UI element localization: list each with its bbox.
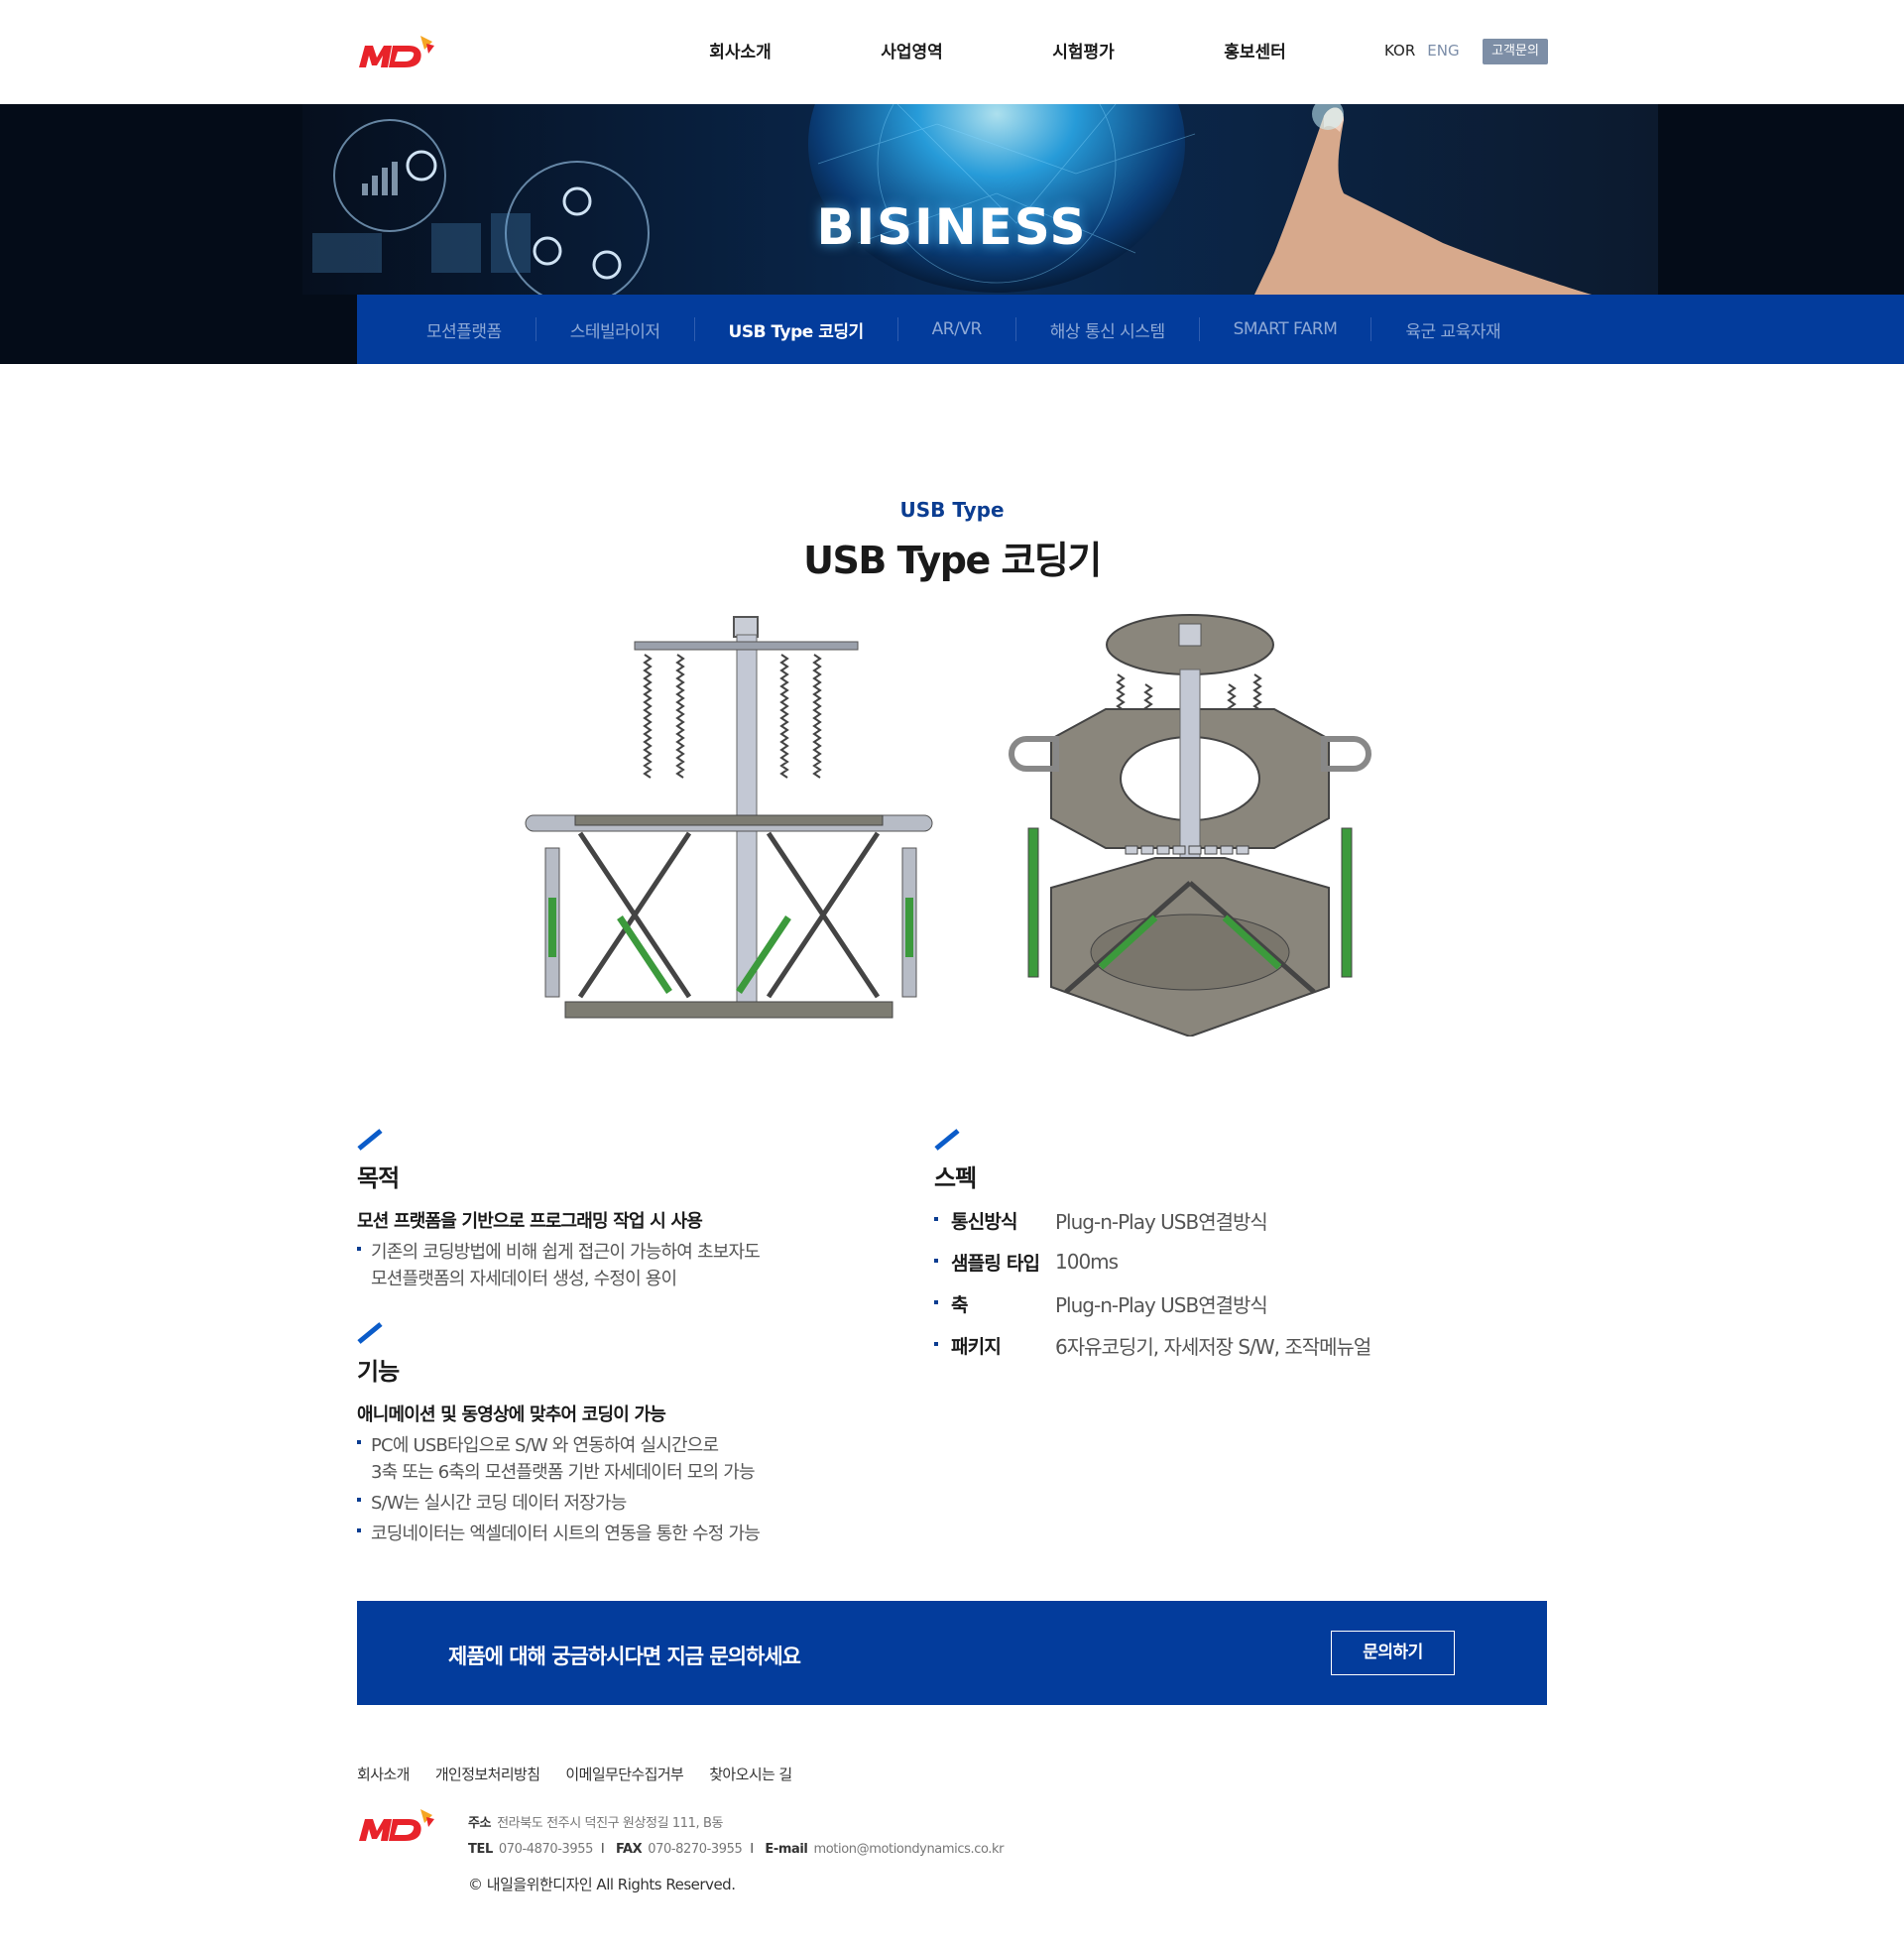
spec-key: 샘플링 타입 [934, 1249, 1055, 1276]
copyright: © 내일을위한디자인 All Rights Reserved. [468, 1876, 736, 1893]
function-section: 기능 애니메이션 및 동영상에 맞추어 코딩이 가능 PC에 USB타입으로 S… [357, 1322, 873, 1547]
spec-key: 축 [934, 1290, 1055, 1317]
subnav-item-motion-platform[interactable]: 모션플랫폼 [393, 317, 536, 342]
nav-item-company[interactable]: 회사소개 [654, 38, 826, 62]
spec-row: 샘플링 타입 100ms [934, 1241, 1489, 1282]
spec-row: 축 Plug-n-Play USB연결방식 [934, 1282, 1489, 1324]
product-eyebrow: USB Type [899, 498, 1005, 522]
divider: l [601, 1842, 605, 1857]
function-bullet: PC에 USB타입으로 S/W 와 연동하여 실시간으로 3축 또는 6축의 모… [357, 1432, 873, 1486]
sub-navigation: 모션플랫폼 스테빌라이저 USB Type 코딩기 AR/VR 해상 통신 시스… [357, 295, 1904, 364]
nav-item-business[interactable]: 사업영역 [826, 38, 998, 62]
site-header: 회사소개 사업영역 시험평가 홍보센터 KOR ENG 고객문의 [0, 0, 1904, 104]
divider: l [750, 1842, 754, 1857]
function-heading: 기능 [357, 1358, 400, 1386]
hero-banner: BISINESS 모션플랫폼 스테빌라이저 USB Type 코딩기 AR/VR… [0, 104, 1904, 364]
footer-link-directions[interactable]: 찾아오시는 길 [709, 1764, 792, 1784]
footer-contact-line: TEL 070-4870-3955 l FAX 070-8270-3955 l E-ma… [468, 1837, 1004, 1863]
address-label: 주소 [468, 1816, 492, 1831]
footer-company-info: 주소 전라북도 전주시 덕진구 원상정길 111, B동 TEL 070-4870-… [468, 1811, 1004, 1863]
spec-heading: 스펙 [934, 1164, 977, 1192]
spec-row: 패키지 6자유코딩기, 자세저장 S/W, 조작메뉴얼 [934, 1324, 1489, 1366]
lang-kor[interactable]: KOR [1384, 42, 1415, 60]
spec-key: 통신방식 [934, 1207, 1055, 1234]
subnav-item-stabilizer[interactable]: 스테빌라이저 [536, 317, 694, 342]
email-value: motion@motiondynamics.co.kr [813, 1842, 1005, 1857]
spec-row: 통신방식 Plug-n-Play USB연결방식 [934, 1199, 1489, 1241]
function-subtitle: 애니메이션 및 동영상에 맞추어 코딩이 가능 [357, 1404, 666, 1425]
tel-label: TEL [468, 1842, 493, 1857]
address-value: 전라북도 전주시 덕진구 원상정길 111, B동 [497, 1816, 724, 1831]
spec-value: Plug-n-Play USB연결방식 [1055, 1209, 1268, 1234]
footer-logo-icon [359, 1809, 434, 1841]
spec-key: 패키지 [934, 1332, 1055, 1359]
fax-label: FAX [615, 1842, 643, 1857]
product-image-side-view [525, 616, 933, 1019]
tel-value: 070-4870-3955 [498, 1842, 594, 1857]
email-label: E-mail [765, 1842, 808, 1857]
product-image-perspective-view [1009, 614, 1371, 1036]
spec-value: 100ms [1055, 1250, 1119, 1274]
subnav-item-usb-coder[interactable]: USB Type 코딩기 [695, 317, 897, 342]
purpose-heading: 목적 [357, 1164, 400, 1192]
main-nav: 회사소개 사업영역 시험평가 홍보센터 [654, 38, 1341, 62]
language-switch: KOR ENG [1384, 42, 1460, 60]
footer-address-line: 주소 전라북도 전주시 덕진구 원상정길 111, B동 [468, 1811, 1004, 1837]
section-slash-icon [934, 1129, 960, 1151]
footer-link-email-refusal[interactable]: 이메일무단수집거부 [565, 1764, 683, 1784]
footer-links: 회사소개 개인정보처리방침 이메일무단수집거부 찾아오시는 길 [357, 1764, 792, 1784]
hero-title: BISINESS [816, 198, 1088, 256]
inquiry-button[interactable]: 문의하기 [1331, 1631, 1455, 1675]
subnav-item-smart-farm[interactable]: SMART FARM [1200, 319, 1371, 339]
purpose-section: 목적 모션 프랫폼을 기반으로 프로그래밍 작업 시 사용 기존의 코딩방법에 … [357, 1129, 873, 1292]
nav-item-testing[interactable]: 시험평가 [998, 38, 1169, 62]
footer-link-privacy[interactable]: 개인정보처리방침 [435, 1764, 540, 1784]
function-bullet: 코딩네이터는 엑셀데이터 시트의 연동을 통한 수정 가능 [357, 1521, 873, 1547]
fax-value: 070-8270-3955 [648, 1842, 743, 1857]
inquiry-banner: 제품에 대해 궁금하시다면 지금 문의하세요 문의하기 [357, 1601, 1547, 1705]
lang-eng[interactable]: ENG [1427, 42, 1459, 60]
spec-section: 스펙 통신방식 Plug-n-Play USB연결방식 샘플링 타입 100ms… [934, 1129, 1489, 1366]
spec-value: Plug-n-Play USB연결방식 [1055, 1292, 1268, 1317]
subnav-item-army-training[interactable]: 육군 교육자재 [1371, 317, 1534, 342]
inquiry-banner-text: 제품에 대해 궁금하시다면 지금 문의하세요 [448, 1645, 801, 1668]
page-title: USB Type 코딩기 [803, 539, 1102, 582]
subnav-item-maritime-comm[interactable]: 해상 통신 시스템 [1016, 317, 1199, 342]
section-slash-icon [357, 1129, 383, 1151]
spec-value: 6자유코딩기, 자세저장 S/W, 조작메뉴얼 [1055, 1334, 1371, 1359]
purpose-subtitle: 모션 프랫폼을 기반으로 프로그래밍 작업 시 사용 [357, 1211, 703, 1232]
subnav-item-ar-vr[interactable]: AR/VR [898, 319, 1015, 339]
logo-icon[interactable] [357, 34, 436, 71]
function-bullet: S/W는 실시간 코딩 데이터 저장가능 [357, 1490, 873, 1517]
nav-item-pr-center[interactable]: 홍보센터 [1169, 38, 1341, 62]
section-slash-icon [357, 1322, 383, 1344]
spec-table: 통신방식 Plug-n-Play USB연결방식 샘플링 타입 100ms 축 … [934, 1199, 1489, 1366]
footer-link-company[interactable]: 회사소개 [357, 1764, 410, 1784]
customer-inquiry-button[interactable]: 고객문의 [1483, 39, 1548, 64]
purpose-bullet: 기존의 코딩방법에 비해 쉽게 접근이 가능하여 초보자도 모션플랫폼의 자세데… [357, 1239, 873, 1292]
